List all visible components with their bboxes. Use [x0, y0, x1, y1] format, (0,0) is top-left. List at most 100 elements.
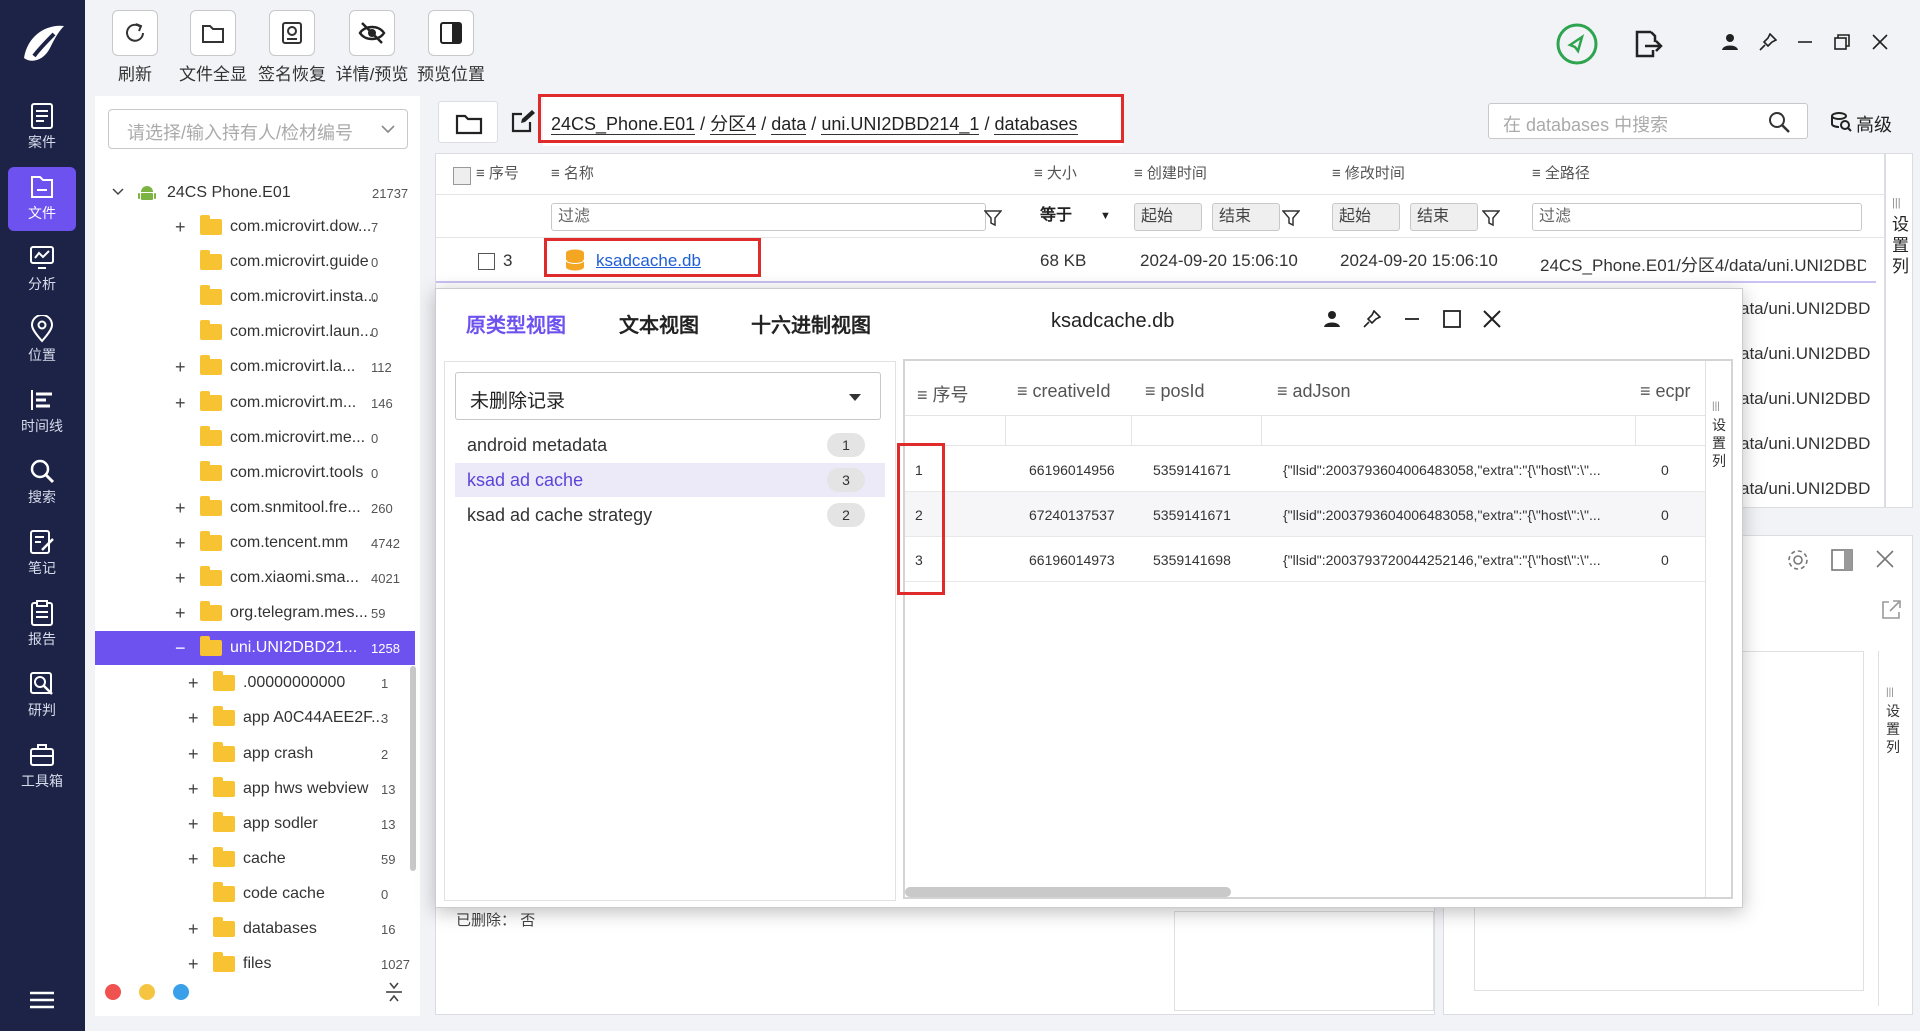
- row-checkbox[interactable]: [478, 253, 495, 270]
- tree-expand-toggle[interactable]: +: [175, 357, 186, 378]
- tree-item[interactable]: + com.xiaomi.sma... 4021: [95, 561, 415, 595]
- preview-position-button[interactable]: 预览位置: [411, 10, 491, 85]
- color-dot-blue[interactable]: [173, 984, 189, 1000]
- nav-timeline[interactable]: 时间线: [8, 380, 76, 444]
- tree-expand-toggle[interactable]: +: [188, 708, 199, 729]
- color-dot-yellow[interactable]: [139, 984, 155, 1000]
- tab-text-view[interactable]: 文本视图: [619, 309, 699, 338]
- restore-button[interactable]: [1828, 28, 1856, 56]
- tree-item[interactable]: − uni.UNI2DBD21... 1258: [95, 631, 415, 665]
- nav-location[interactable]: 位置: [8, 309, 76, 373]
- table-list-item[interactable]: android metadata 1: [455, 428, 885, 462]
- external-link-icon[interactable]: [1880, 599, 1902, 621]
- tree-item[interactable]: com.microvirt.laun... 0: [95, 315, 415, 349]
- tree-item[interactable]: + files 1027: [95, 947, 415, 981]
- export-icon[interactable]: [1633, 28, 1663, 60]
- close-button[interactable]: [1866, 28, 1894, 56]
- grid-header-creativeid[interactable]: ≡ creativeId: [1017, 381, 1111, 402]
- nav-report[interactable]: 报告: [8, 593, 76, 657]
- refresh-button[interactable]: 刷新: [95, 10, 175, 85]
- grid-header-seq[interactable]: ≡ 序号: [917, 381, 969, 407]
- select-all-checkbox[interactable]: [453, 167, 471, 185]
- close-icon[interactable]: [1874, 548, 1896, 570]
- edit-path-icon[interactable]: [510, 108, 536, 134]
- col-header-modified[interactable]: ≡ 修改时间: [1332, 154, 1405, 194]
- name-filter-input[interactable]: 过滤: [551, 203, 986, 231]
- set-columns-button[interactable]: ||| 设置列: [1885, 153, 1913, 508]
- tab-raw-view[interactable]: 原类型视图: [466, 309, 566, 338]
- search-input[interactable]: 在 databases 中搜索: [1488, 103, 1808, 139]
- modal-user-button[interactable]: [1318, 305, 1346, 333]
- filter-icon[interactable]: [984, 209, 1002, 227]
- tree-item[interactable]: + app sodler 13: [95, 807, 415, 841]
- tree-item[interactable]: + app crash 2: [95, 737, 415, 771]
- tree-item[interactable]: + app hws webview 13: [95, 772, 415, 806]
- tree-item[interactable]: + databases 16: [95, 912, 415, 946]
- tree-expand-toggle[interactable]: +: [175, 393, 186, 414]
- tree-item[interactable]: com.microvirt.guide 0: [95, 245, 415, 279]
- filter-icon[interactable]: [1482, 209, 1500, 227]
- tree-expand-toggle[interactable]: +: [188, 954, 199, 975]
- tree-expand-toggle[interactable]: +: [175, 217, 186, 238]
- path-filter-input[interactable]: 过滤: [1532, 203, 1862, 231]
- nav-analysis[interactable]: 分析: [8, 238, 76, 302]
- pin-button[interactable]: [1754, 28, 1782, 56]
- color-dot-red[interactable]: [105, 984, 121, 1000]
- tree-expand-toggle[interactable]: +: [175, 533, 186, 554]
- table-list-item[interactable]: ksad ad cache 3: [455, 463, 885, 497]
- tree-expand-toggle[interactable]: +: [188, 779, 199, 800]
- collapse-all-icon[interactable]: [385, 980, 403, 1004]
- tree-item[interactable]: com.microvirt.insta... 0: [95, 280, 415, 314]
- tree-item[interactable]: com.microvirt.me... 0: [95, 421, 415, 455]
- tree-item[interactable]: + com.microvirt.dow... 7: [95, 210, 415, 244]
- table-row[interactable]: 3 66196014973 5359141698 {"llsid":200379372…: [905, 537, 1705, 582]
- filter-icon[interactable]: [1282, 209, 1300, 227]
- modal-close-button[interactable]: [1478, 305, 1506, 333]
- created-start-input[interactable]: 起始: [1134, 203, 1202, 231]
- tree-item[interactable]: + cache 59: [95, 842, 415, 876]
- folder-browse-button[interactable]: [438, 101, 498, 143]
- size-compare-select[interactable]: 等于 ▼: [1034, 203, 1114, 231]
- created-end-input[interactable]: 结束: [1212, 203, 1280, 231]
- tree-item[interactable]: code cache 0: [95, 877, 415, 911]
- grid-set-columns[interactable]: ||| 设置列: [1705, 361, 1731, 897]
- minimize-button[interactable]: [1791, 28, 1819, 56]
- tree-item[interactable]: + .00000000000 1: [95, 666, 415, 700]
- nav-case[interactable]: 案件: [8, 96, 76, 160]
- tree-expand-toggle[interactable]: +: [175, 498, 186, 519]
- tab-hex-view[interactable]: 十六进制视图: [751, 309, 871, 338]
- tree-scrollbar[interactable]: [410, 666, 416, 871]
- tree-item[interactable]: + com.tencent.mm 4742: [95, 526, 415, 560]
- tree-expand-toggle[interactable]: +: [188, 673, 199, 694]
- nav-file[interactable]: 文件: [8, 167, 76, 231]
- modified-start-input[interactable]: 起始: [1332, 203, 1400, 231]
- tree-expand-toggle[interactable]: +: [175, 568, 186, 589]
- tree-item[interactable]: + com.microvirt.m... 146: [95, 386, 415, 420]
- table-row[interactable]: 2 67240137537 5359141671 {"llsid":200379360…: [905, 492, 1705, 537]
- grid-header-posid[interactable]: ≡ posId: [1145, 381, 1205, 402]
- signature-restore-button[interactable]: 签名恢复: [252, 10, 332, 85]
- tree-expand-toggle[interactable]: +: [188, 919, 199, 940]
- modal-minimize-button[interactable]: [1398, 305, 1426, 333]
- tree-root[interactable]: 24CS Phone.E01 21737: [95, 176, 415, 210]
- modified-end-input[interactable]: 结束: [1410, 203, 1478, 231]
- grid-header-adjson[interactable]: ≡ adJson: [1277, 381, 1351, 402]
- file-overview-button[interactable]: 文件全显: [173, 10, 253, 85]
- tree-item[interactable]: + com.snmitool.fre... 260: [95, 491, 415, 525]
- tree-item[interactable]: + app A0C44AEE2F... 3: [95, 701, 415, 735]
- modal-maximize-button[interactable]: [1438, 305, 1466, 333]
- tree-item[interactable]: + org.telegram.mes... 59: [95, 596, 415, 630]
- details-preview-button[interactable]: 详情/预览: [332, 10, 412, 85]
- nav-judge[interactable]: 研判: [8, 664, 76, 728]
- holder-select[interactable]: 请选择/输入持有人/检材编号: [108, 109, 408, 149]
- menu-icon[interactable]: [30, 990, 54, 1010]
- chevron-down-icon[interactable]: [112, 188, 124, 196]
- table-row[interactable]: 1 66196014956 5359141671 {"llsid":200379360…: [905, 447, 1705, 492]
- panel-right-icon[interactable]: [1830, 548, 1854, 572]
- nav-toolbox[interactable]: 工具箱: [8, 735, 76, 799]
- user-button[interactable]: [1716, 28, 1744, 56]
- col-header-seq[interactable]: ≡ 序号: [476, 154, 519, 194]
- col-header-fullpath[interactable]: ≡ 全路径: [1532, 154, 1590, 194]
- gear-icon[interactable]: [1786, 548, 1810, 572]
- nav-notes[interactable]: 笔记: [8, 522, 76, 586]
